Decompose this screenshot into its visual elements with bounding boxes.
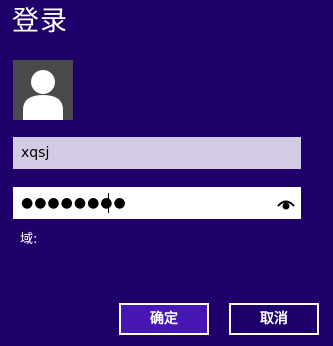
cancel-button[interactable]: 取消 [229,303,319,335]
username-value: xqsj [21,145,50,161]
dialog-title: 登录 [12,6,68,37]
text-caret [108,193,109,213]
domain-label: 域: [20,232,38,247]
username-field[interactable]: xqsj [13,137,301,169]
password-masked-value: ●●●●●●●● [21,195,127,211]
password-field[interactable]: ●●●●●●●● [13,187,301,219]
user-avatar [13,60,73,120]
ok-button[interactable]: 确定 [119,303,209,335]
eye-icon[interactable] [277,196,295,210]
user-silhouette-icon [23,70,63,120]
